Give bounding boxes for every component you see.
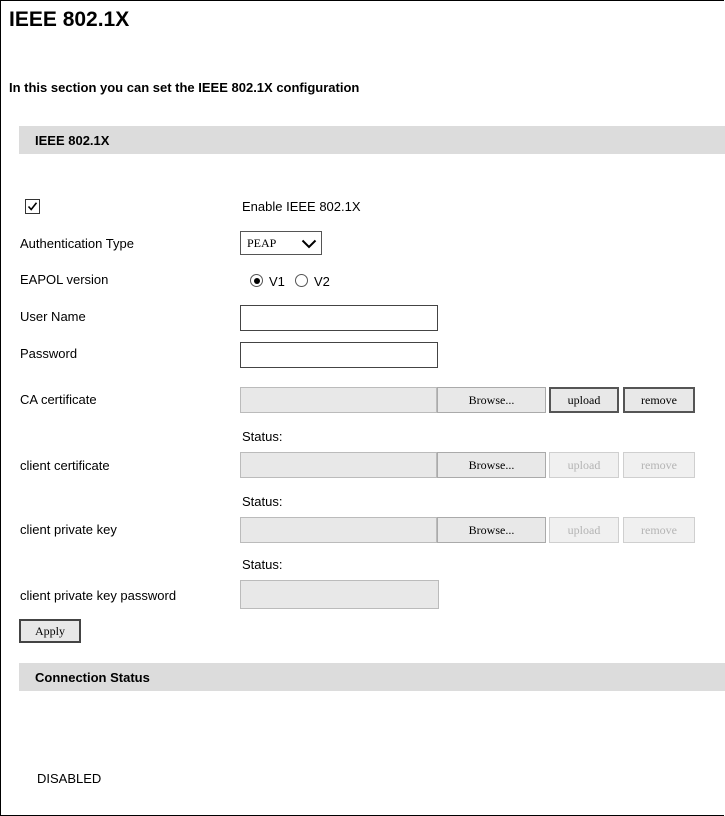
checkmark-icon: [27, 202, 38, 211]
client-key-browse-button[interactable]: Browse...: [437, 517, 546, 543]
client-cert-upload-button[interactable]: upload: [549, 452, 619, 478]
auth-type-select[interactable]: PEAP: [240, 231, 322, 255]
enable-label: Enable IEEE 802.1X: [242, 199, 361, 214]
ca-cert-label: CA certificate: [20, 392, 97, 407]
auth-type-value: PEAP: [247, 236, 277, 250]
client-cert-remove-button[interactable]: remove: [623, 452, 695, 478]
client-cert-label: client certificate: [20, 458, 110, 473]
username-input[interactable]: [240, 305, 438, 331]
eapol-v2-label: V2: [314, 274, 330, 289]
ca-cert-remove-button[interactable]: remove: [623, 387, 695, 413]
client-key-upload-button[interactable]: upload: [549, 517, 619, 543]
section-header-connection-status: Connection Status: [19, 663, 725, 691]
client-key-file-input[interactable]: Browse...: [240, 517, 546, 543]
client-key-path[interactable]: [240, 517, 437, 543]
eapol-v1-radio[interactable]: [250, 274, 263, 287]
eapol-v1-label: V1: [269, 274, 285, 289]
client-cert-status: Status:: [242, 494, 283, 509]
client-cert-browse-button[interactable]: Browse...: [437, 452, 546, 478]
auth-type-label: Authentication Type: [20, 236, 134, 251]
section-header-ieee-label: IEEE 802.1X: [35, 133, 110, 148]
ca-cert-path[interactable]: [240, 387, 437, 413]
page-title: IEEE 802.1X: [9, 8, 130, 31]
connection-status-value: DISABLED: [37, 771, 102, 786]
client-cert-file-input[interactable]: Browse...: [240, 452, 546, 478]
client-key-label: client private key: [20, 522, 117, 537]
client-key-password-input[interactable]: [240, 580, 439, 609]
section-header-ieee: IEEE 802.1X: [19, 126, 725, 154]
ca-cert-file-input[interactable]: Browse...: [240, 387, 546, 413]
chevron-down-icon: [301, 239, 317, 249]
client-key-password-label: client private key password: [20, 588, 177, 603]
page-description: In this section you can set the IEEE 802…: [9, 80, 360, 95]
client-cert-path[interactable]: [240, 452, 437, 478]
password-input[interactable]: [240, 342, 438, 368]
username-label: User Name: [20, 309, 86, 324]
eapol-v2-radio[interactable]: [295, 274, 308, 287]
client-key-remove-button[interactable]: remove: [623, 517, 695, 543]
apply-button[interactable]: Apply: [19, 619, 81, 643]
ca-cert-browse-button[interactable]: Browse...: [437, 387, 546, 413]
ca-cert-upload-button[interactable]: upload: [549, 387, 619, 413]
section-header-connection-status-label: Connection Status: [35, 670, 150, 685]
password-label: Password: [20, 346, 78, 361]
client-key-status: Status:: [242, 557, 283, 572]
ca-cert-status: Status:: [242, 429, 283, 444]
enable-checkbox[interactable]: [25, 199, 40, 214]
eapol-label: EAPOL version: [20, 272, 109, 287]
